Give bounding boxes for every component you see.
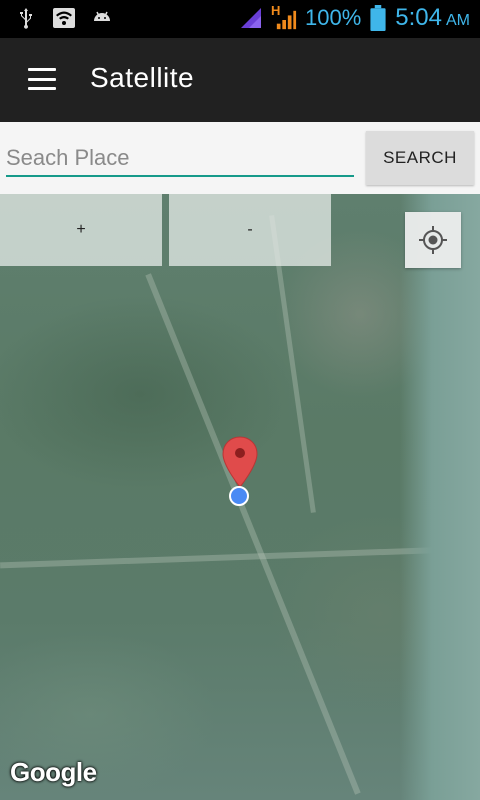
map-road — [145, 273, 361, 795]
app-title: Satellite — [90, 62, 195, 93]
battery-percent: 100% — [305, 5, 362, 30]
search-button[interactable]: SEARCH — [366, 131, 474, 185]
signal-bars-icon — [276, 10, 297, 30]
map-marker-icon[interactable] — [222, 436, 258, 488]
search-input[interactable] — [6, 140, 354, 176]
search-input-underline — [6, 175, 354, 177]
clock: 5:04 AM — [395, 4, 470, 32]
hamburger-line — [28, 68, 56, 71]
wifi-icon — [53, 8, 75, 28]
android-icon — [94, 11, 110, 21]
clock-time: 5:04 — [395, 4, 442, 31]
signal-h-icon: H — [271, 3, 297, 31]
status-bar-right: H 100% 5:04 AM — [239, 3, 470, 32]
google-attribution: Google — [10, 757, 97, 787]
my-location-icon — [419, 226, 447, 254]
current-location-dot-icon — [229, 486, 249, 506]
zoom-out-button[interactable]: - — [169, 194, 331, 266]
signal-icon — [241, 8, 261, 28]
hamburger-menu-icon[interactable] — [28, 68, 56, 90]
app-bar: Satellite — [0, 38, 480, 122]
clock-ampm: AM — [446, 12, 470, 29]
status-bar-left — [14, 6, 114, 30]
hamburger-line — [28, 77, 56, 81]
status-bar: H 100% 5:04 AM — [0, 0, 480, 38]
usb-icon — [20, 8, 32, 29]
my-location-button[interactable] — [405, 212, 461, 268]
zoom-in-button[interactable]: + — [0, 194, 162, 266]
hamburger-line — [28, 87, 56, 90]
battery-icon — [370, 5, 386, 31]
map-river — [400, 194, 480, 800]
